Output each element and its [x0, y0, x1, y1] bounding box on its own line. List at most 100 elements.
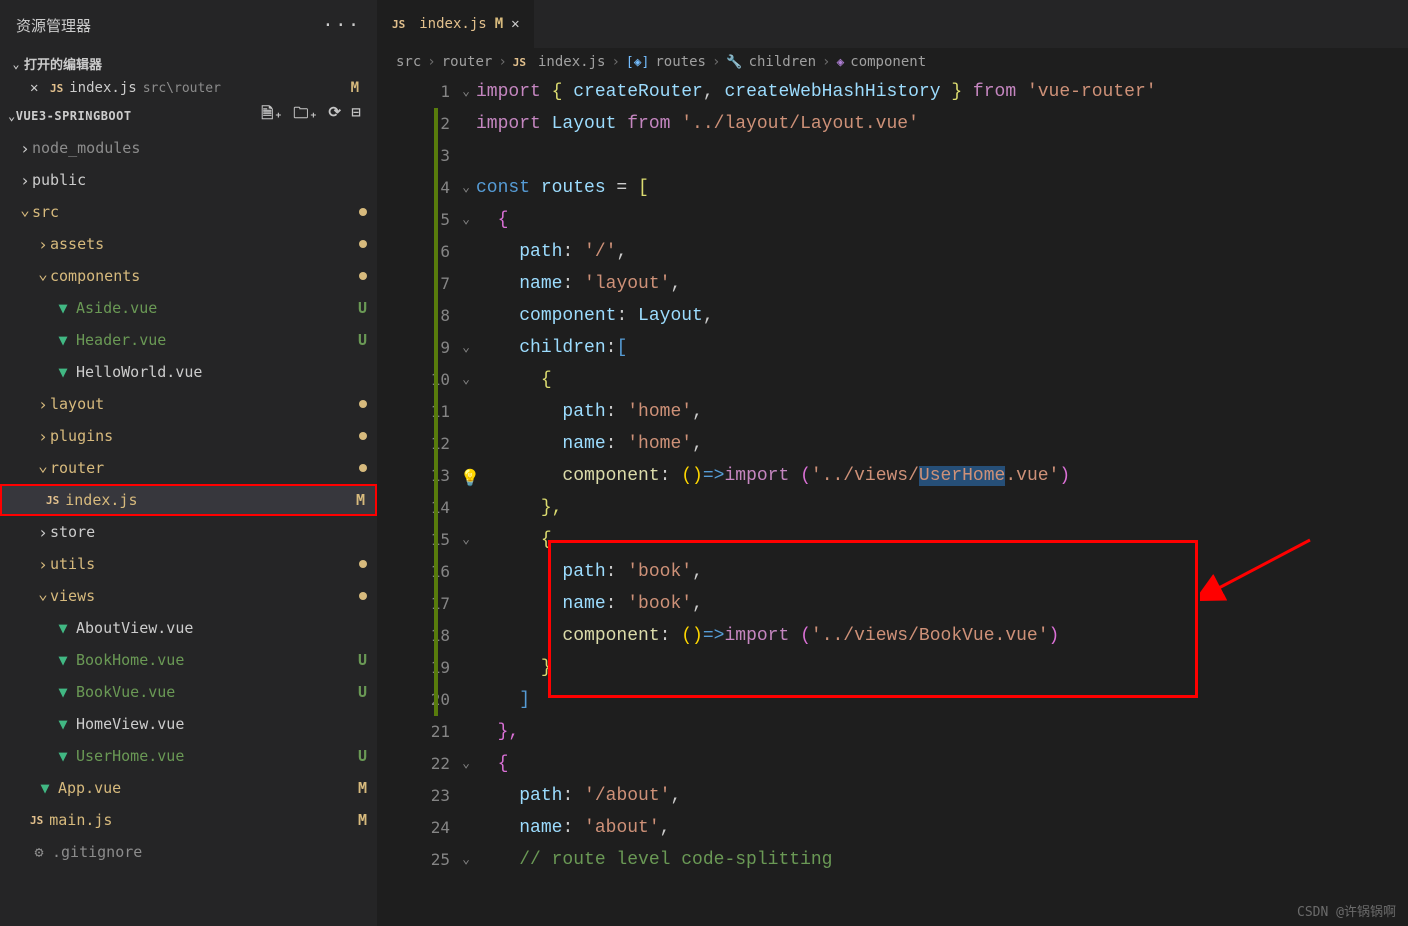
- breadcrumb-item[interactable]: router: [442, 54, 493, 70]
- js-file-icon: JS: [30, 814, 43, 827]
- file-label: index.js: [65, 491, 356, 509]
- project-actions: 🗎₊ 🗀₊ ⟳ ⊟: [261, 103, 369, 128]
- tree-file-homeview[interactable]: ▼ HomeView.vue: [0, 708, 377, 740]
- breadcrumb-item[interactable]: children: [749, 54, 816, 70]
- chevron-right-icon: ›: [611, 54, 619, 70]
- open-editors-section[interactable]: ⌄ 打开的编辑器: [0, 50, 377, 77]
- chevron-right-icon: ›: [822, 54, 830, 70]
- tree-file-bookvue[interactable]: ▼ BookVue.vue U: [0, 676, 377, 708]
- chevron-right-icon: [36, 427, 50, 446]
- tree-folder-router[interactable]: router: [0, 452, 377, 484]
- new-folder-icon[interactable]: 🗀₊: [293, 103, 318, 128]
- chevron-right-icon: ›: [712, 54, 720, 70]
- tree-folder-views[interactable]: views: [0, 580, 377, 612]
- chevron-down-icon: ⌄: [8, 57, 24, 71]
- chevron-down-icon: [36, 587, 50, 606]
- variable-icon: [◈]: [626, 55, 649, 70]
- untracked-badge: U: [358, 747, 367, 765]
- file-label: main.js: [49, 811, 358, 829]
- modified-dot-icon: [359, 464, 367, 472]
- tree-folder-layout[interactable]: layout: [0, 388, 377, 420]
- chevron-right-icon: [18, 139, 32, 158]
- project-header[interactable]: ⌄ VUE3-SPRINGBOOT 🗎₊ 🗀₊ ⟳ ⊟: [0, 99, 377, 132]
- modified-badge: M: [356, 491, 365, 509]
- folder-label: assets: [50, 235, 359, 253]
- js-file-icon: JS: [392, 18, 405, 31]
- folder-label: public: [32, 171, 367, 189]
- file-label: .gitignore: [52, 843, 367, 861]
- breadcrumb-item[interactable]: index.js: [538, 54, 605, 70]
- collapse-icon[interactable]: ⊟: [351, 103, 361, 128]
- chevron-down-icon: [36, 459, 50, 478]
- vue-file-icon: ▼: [54, 619, 72, 637]
- modified-dot-icon: [359, 240, 367, 248]
- untracked-badge: U: [358, 683, 367, 701]
- project-name: VUE3-SPRINGBOOT: [16, 109, 132, 123]
- chevron-down-icon: ⌄: [8, 109, 16, 123]
- modified-badge: M: [351, 80, 369, 96]
- tree-file-aboutview[interactable]: ▼ AboutView.vue: [0, 612, 377, 644]
- tree-folder-store[interactable]: store: [0, 516, 377, 548]
- file-label: AboutView.vue: [76, 619, 367, 637]
- breadcrumb-item[interactable]: routes: [655, 54, 706, 70]
- tree-folder-node-modules[interactable]: node_modules: [0, 132, 377, 164]
- open-editors-label: 打开的编辑器: [24, 54, 102, 73]
- code-editor[interactable]: 12345 678910 1112131415 1617181920 21222…: [378, 76, 1408, 926]
- breadcrumb[interactable]: src › router › JS index.js › [◈] routes …: [378, 48, 1408, 76]
- tree-folder-utils[interactable]: utils: [0, 548, 377, 580]
- refresh-icon[interactable]: ⟳: [328, 103, 341, 128]
- tree-folder-assets[interactable]: assets: [0, 228, 377, 260]
- code-content[interactable]: import { createRouter, createWebHashHist…: [476, 76, 1408, 926]
- tab-index-js[interactable]: JS index.js M ✕: [378, 0, 535, 48]
- js-file-icon: JS: [513, 56, 526, 69]
- folder-label: layout: [50, 395, 359, 413]
- untracked-badge: U: [358, 651, 367, 669]
- tree-folder-plugins[interactable]: plugins: [0, 420, 377, 452]
- new-file-icon[interactable]: 🗎₊: [261, 103, 283, 128]
- git-change-indicator: [434, 108, 438, 716]
- chevron-right-icon: [18, 171, 32, 190]
- modified-badge: M: [358, 779, 367, 797]
- more-icon[interactable]: ···: [322, 15, 361, 36]
- fold-column[interactable]: ⌄⌄⌄ ⌄⌄ ⌄ ⌄⌄: [456, 76, 476, 926]
- tree-file-gitignore[interactable]: ⚙ .gitignore: [0, 836, 377, 868]
- modified-badge: M: [495, 16, 503, 32]
- tree-folder-public[interactable]: public: [0, 164, 377, 196]
- tree-file-index-js[interactable]: JS index.js M: [0, 484, 377, 516]
- breadcrumb-item[interactable]: src: [396, 54, 421, 70]
- vue-file-icon: ▼: [54, 299, 72, 317]
- tree-folder-components[interactable]: components: [0, 260, 377, 292]
- file-label: BookVue.vue: [76, 683, 358, 701]
- file-label: Header.vue: [76, 331, 358, 349]
- close-icon[interactable]: ✕: [511, 16, 519, 32]
- tree-file-userhome[interactable]: ▼ UserHome.vue U: [0, 740, 377, 772]
- vue-file-icon: ▼: [54, 651, 72, 669]
- close-icon[interactable]: ✕: [30, 80, 50, 96]
- tree-file-helloworld[interactable]: ▼ HelloWorld.vue: [0, 356, 377, 388]
- chevron-down-icon: [18, 203, 32, 222]
- chevron-down-icon: [36, 267, 50, 286]
- open-editor-item[interactable]: ✕ JS index.js src\router M: [0, 77, 377, 99]
- file-label: App.vue: [58, 779, 358, 797]
- file-name: index.js: [69, 80, 136, 96]
- tab-filename: index.js: [419, 16, 486, 32]
- tree-file-bookhome[interactable]: ▼ BookHome.vue U: [0, 644, 377, 676]
- modified-dot-icon: [359, 432, 367, 440]
- vue-file-icon: ▼: [36, 779, 54, 797]
- chevron-right-icon: ›: [427, 54, 435, 70]
- tree-file-app-vue[interactable]: ▼ App.vue M: [0, 772, 377, 804]
- breadcrumb-item[interactable]: component: [850, 54, 926, 70]
- file-path: src\router: [143, 81, 221, 96]
- folder-label: node_modules: [32, 139, 367, 157]
- tab-bar: JS index.js M ✕: [378, 0, 1408, 48]
- tree-file-aside[interactable]: ▼ Aside.vue U: [0, 292, 377, 324]
- tree-folder-src[interactable]: src: [0, 196, 377, 228]
- tree-file-header[interactable]: ▼ Header.vue U: [0, 324, 377, 356]
- folder-label: plugins: [50, 427, 359, 445]
- modified-dot-icon: [359, 560, 367, 568]
- folder-label: components: [50, 267, 359, 285]
- modified-dot-icon: [359, 272, 367, 280]
- tree-file-main-js[interactable]: JS main.js M: [0, 804, 377, 836]
- file-label: UserHome.vue: [76, 747, 358, 765]
- chevron-right-icon: [36, 395, 50, 414]
